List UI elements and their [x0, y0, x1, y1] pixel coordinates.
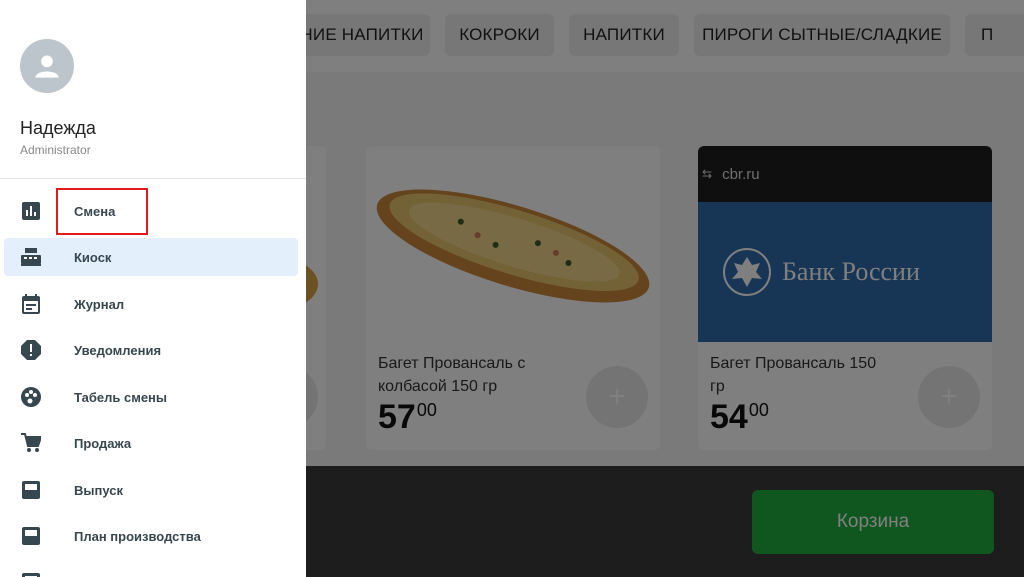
menu-item-label: Журнал: [74, 296, 125, 312]
menu-item-label: Уведомления: [74, 342, 162, 358]
menu-item-label: Продажа: [74, 435, 132, 451]
menu-item-kiosk[interactable]: Киоск: [4, 238, 298, 276]
menu-item-label: Киоск: [74, 249, 112, 265]
menu-item-journal[interactable]: Журнал: [4, 285, 298, 323]
menu-item-production-plan[interactable]: План производства: [4, 517, 298, 555]
menu-item-timesheet[interactable]: Табель смены: [4, 378, 298, 416]
navigation-drawer: Надежда Administrator Смена Киоск Журнал…: [0, 0, 306, 577]
calendar-icon: [20, 293, 42, 315]
menu-item-label: План производства: [74, 528, 201, 544]
cash-register-icon: [20, 246, 42, 268]
bar-chart-icon: [20, 200, 42, 222]
avatar[interactable]: [20, 39, 74, 93]
menu-item-more[interactable]: [4, 563, 298, 577]
menu-item-shift[interactable]: Смена: [4, 192, 298, 230]
highlight-box: [56, 188, 148, 235]
alert-icon: [20, 339, 42, 361]
menu-item-label: Табель смены: [74, 389, 167, 405]
menu-item-sales[interactable]: Продажа: [4, 424, 298, 462]
cart-icon: [20, 432, 42, 454]
menu-item-label: Выпуск: [74, 482, 123, 498]
card-icon: [20, 571, 42, 577]
menu-item-release[interactable]: Выпуск: [4, 471, 298, 509]
card-icon: [20, 479, 42, 501]
user-icon: [35, 55, 59, 78]
menu-item-notifications[interactable]: Уведомления: [4, 331, 298, 369]
user-role: Administrator: [20, 143, 91, 157]
divider: [0, 178, 306, 179]
palette-icon: [20, 386, 42, 408]
user-name: Надежда: [20, 118, 96, 138]
card-icon: [20, 525, 42, 547]
